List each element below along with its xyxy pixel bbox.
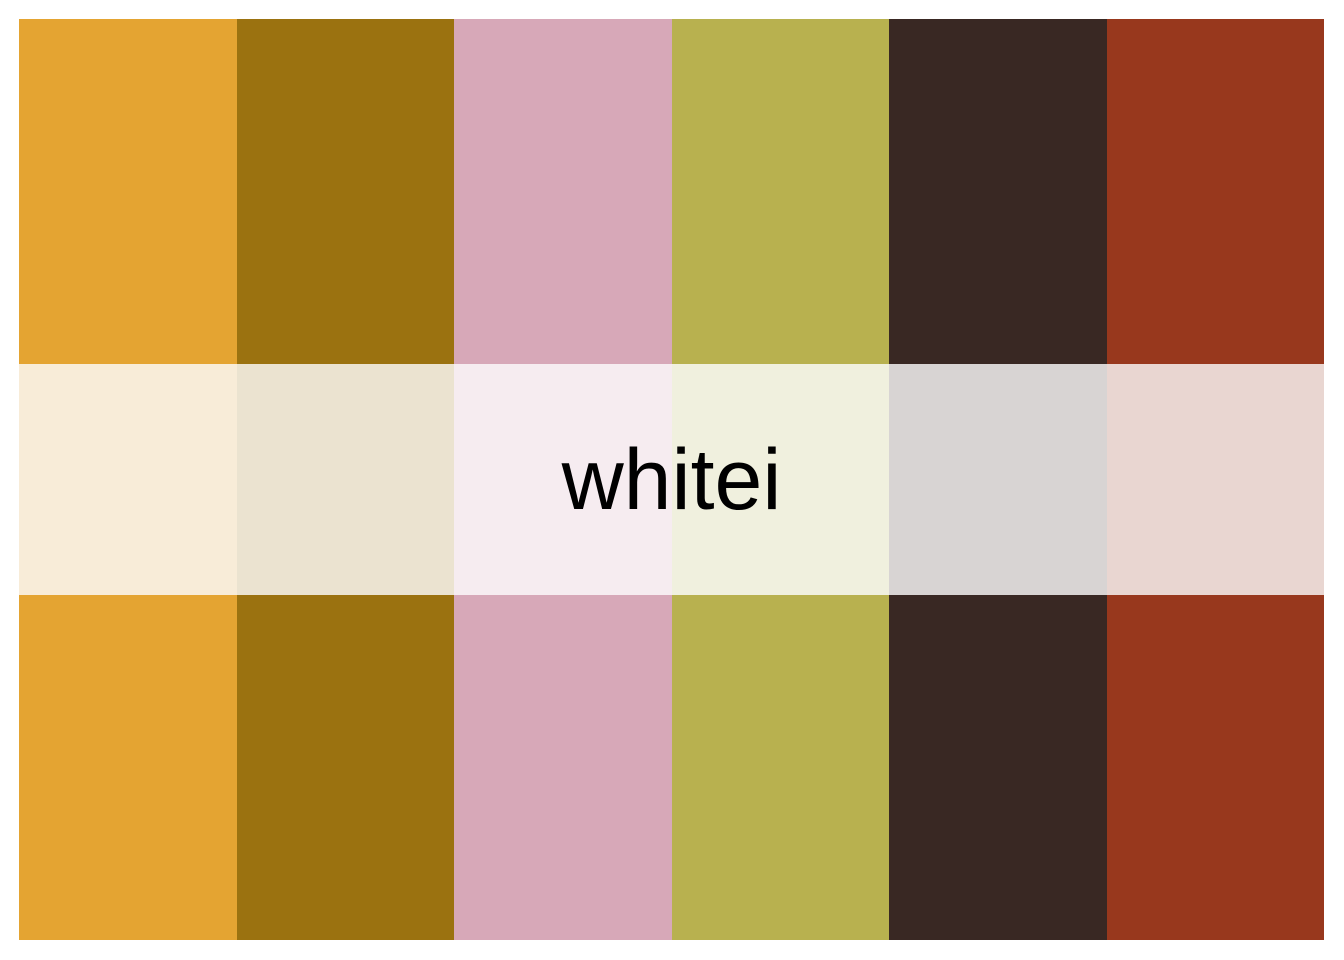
tint-swatch-5 <box>889 364 1107 595</box>
tint-swatch-1 <box>19 364 237 595</box>
color-swatch-top-3 <box>454 19 672 364</box>
color-swatch-bottom-6 <box>1106 595 1324 940</box>
color-swatch-top-5 <box>889 19 1107 364</box>
color-swatch-bottom-4 <box>671 595 889 940</box>
color-swatch-top-6 <box>1106 19 1324 364</box>
color-swatch-bottom-1 <box>19 595 237 940</box>
tint-swatch-3 <box>454 364 672 595</box>
tint-swatch-2 <box>236 364 454 595</box>
color-swatch-bottom-3 <box>454 595 672 940</box>
color-swatch-bottom-2 <box>236 595 454 940</box>
color-swatch-top-1 <box>19 19 237 364</box>
color-swatch-top-4 <box>671 19 889 364</box>
color-swatch-top-2 <box>236 19 454 364</box>
tint-swatch-6 <box>1106 364 1324 595</box>
color-palette <box>19 19 1324 940</box>
tint-swatch-4 <box>671 364 889 595</box>
color-swatch-bottom-5 <box>889 595 1107 940</box>
